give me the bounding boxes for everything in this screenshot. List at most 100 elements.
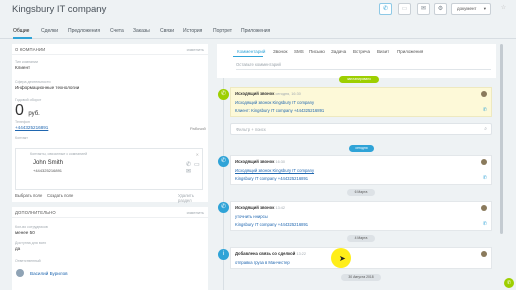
timeline-tab-call[interactable]: Звонок xyxy=(273,49,288,54)
tab-deals[interactable]: Сделки xyxy=(41,28,58,34)
comment-input[interactable]: Оставьте комментарий xyxy=(236,62,281,67)
card-time: 13:22 xyxy=(296,252,306,256)
timeline-tab-apps[interactable]: Приложения xyxy=(397,49,423,54)
card-text[interactable]: уточнить ннирсы xyxy=(235,214,268,219)
field-label: Телефон xyxy=(15,120,30,124)
timeline-tab-task[interactable]: Задача xyxy=(331,49,346,54)
phone-icon: ✆ xyxy=(218,156,229,167)
mail-icon[interactable]: ✉ xyxy=(186,169,194,175)
chevron-down-icon: ▾ xyxy=(483,6,486,11)
document-button[interactable]: документ ▾ xyxy=(451,3,491,15)
panel-title: ДОПОЛНИТЕЛЬНО xyxy=(15,210,56,215)
info-icon: i xyxy=(218,249,229,260)
active-tab-indicator xyxy=(13,37,32,39)
date-pill: 6 Марта xyxy=(347,189,375,196)
contact-name[interactable]: John Smith xyxy=(33,160,63,166)
card-title: Исходящий звонок 13:42 xyxy=(235,205,285,210)
planned-call-card[interactable]: Исходящий звонок сегодня, 16:30 Исходящи… xyxy=(230,87,492,117)
tab-orders[interactable]: Заказы xyxy=(133,28,150,34)
choose-field-link[interactable]: Выбрать поле xyxy=(15,193,42,198)
message-icon[interactable]: ▭ xyxy=(194,162,203,168)
close-icon[interactable]: ✕ xyxy=(196,152,199,157)
field-label: Сфера деятельности xyxy=(15,80,51,84)
phone-icon[interactable]: ✆ xyxy=(186,162,194,168)
phone-icon[interactable]: ✆ xyxy=(483,175,487,181)
panel-title: О КОМПАНИИ xyxy=(15,47,46,52)
card-text[interactable]: Kingsbury IT company +444325216891 xyxy=(235,176,308,181)
title-actions[interactable]: ✎☆ xyxy=(93,6,107,13)
card-text[interactable]: Kingsbury IT company +444325216891 xyxy=(235,222,308,227)
avatar xyxy=(16,269,24,277)
field-label: Тип компании xyxy=(15,60,39,64)
change-link[interactable]: изменить xyxy=(187,47,204,52)
search-icon[interactable]: ⌕ xyxy=(484,126,487,132)
mail-icon[interactable]: ✉ xyxy=(417,3,430,15)
timeline-search[interactable]: Фильтр + поиск ⌕ xyxy=(230,123,492,135)
timeline-tab-visit[interactable]: Визит xyxy=(377,49,389,54)
timeline-tab-email[interactable]: Письмо xyxy=(309,49,325,54)
tab-apps[interactable]: Приложения xyxy=(241,28,270,34)
card-time: сегодня, 16:30 xyxy=(275,92,301,96)
pencil-icon[interactable]: ✎ xyxy=(93,7,100,13)
message-icon[interactable]: ▭ xyxy=(398,3,411,15)
gear-icon[interactable]: ⚙ xyxy=(434,3,447,15)
delete-section-link[interactable]: Удалить раздел xyxy=(178,193,208,203)
contact-phone: +444325216891 xyxy=(33,168,63,173)
mouse-pointer-icon: ➤ xyxy=(339,254,346,263)
contact-card: Контакты, связанные с компанией John Smi… xyxy=(15,148,203,190)
card-text[interactable]: Исходящий звонок Kingsbury IT company xyxy=(235,168,314,173)
responsible-link[interactable]: Василий Бурилов xyxy=(30,271,68,276)
timeline-editor: Комментарий Звонок SMS Письмо Задача Вст… xyxy=(217,44,496,78)
company-type-value: Клиент xyxy=(15,65,31,70)
header: Kingsbury IT company ✎☆ ✆ ▭ ✉ ⚙ документ… xyxy=(0,0,516,22)
tab-quotes[interactable]: Предложения xyxy=(68,28,100,34)
favorite-star-icon[interactable]: ☆ xyxy=(497,3,510,15)
phone-fab-icon[interactable]: ✆ xyxy=(504,278,514,288)
card-title: Добавлена связь со сделкой 13:22 xyxy=(235,251,306,256)
tab-invoices[interactable]: Счета xyxy=(110,28,124,34)
divider xyxy=(236,69,491,70)
timeline-tab-comment[interactable]: Комментарий xyxy=(237,49,265,54)
call-card[interactable]: Исходящий звонок 13:42 уточнить ннирсы K… xyxy=(230,201,492,231)
available-value: да xyxy=(15,246,21,251)
tab-portrait[interactable]: Портрет xyxy=(213,28,232,34)
phone-link[interactable]: +444325216891 xyxy=(15,125,48,130)
avatar xyxy=(481,91,487,97)
link-card[interactable]: Добавлена связь со сделкой 13:22 отправк… xyxy=(230,247,492,269)
call-card[interactable]: Исходящий звонок 16:30 Исходящий звонок … xyxy=(230,155,492,185)
card-text[interactable]: Исходящий звонок Kingsbury IT company xyxy=(235,100,314,105)
star-icon[interactable]: ☆ xyxy=(100,7,107,13)
panel-header: О КОМПАНИИ изменить xyxy=(12,44,208,55)
active-tab-indicator xyxy=(233,56,263,57)
timeline-tab-sms[interactable]: SMS xyxy=(294,49,304,54)
avatar xyxy=(481,205,487,211)
card-title-text: Исходящий звонок xyxy=(235,91,275,96)
scrollbar[interactable] xyxy=(500,44,503,234)
card-text[interactable]: Клиент: Kingsbury IT company +4443252168… xyxy=(235,108,324,113)
tab-links[interactable]: Связи xyxy=(160,28,174,34)
revenue-amount: 0 xyxy=(15,102,24,119)
phone-icon[interactable]: ✆ xyxy=(483,107,487,113)
tab-general[interactable]: Общие xyxy=(13,28,29,34)
field-label: Контакт xyxy=(15,136,28,140)
date-pill: 30 Августа 2018 xyxy=(341,274,381,281)
revenue-value: 0 руб. xyxy=(15,102,40,120)
employees-value: менее 50 xyxy=(15,230,35,235)
today-pill: сегодня xyxy=(349,145,374,152)
search-input[interactable]: Фильтр + поиск xyxy=(236,127,266,132)
tab-history[interactable]: История xyxy=(183,28,202,34)
field-label: Кол-во сотрудников xyxy=(15,225,48,229)
phone-icon[interactable]: ✆ xyxy=(379,3,392,15)
phone-icon[interactable]: ✆ xyxy=(483,221,487,227)
create-field-link[interactable]: Создать поле xyxy=(47,193,73,198)
phone-type: Рабочий xyxy=(190,126,206,131)
timeline-tab-meeting[interactable]: Встреча xyxy=(353,49,370,54)
change-link[interactable]: изменить xyxy=(187,210,204,215)
phone-icon: ✆ xyxy=(218,202,229,213)
card-title-text: Добавлена связь со сделкой xyxy=(235,251,296,256)
panel-header: ДОПОЛНИТЕЛЬНО изменить xyxy=(12,207,208,218)
card-title-text: Исходящий звонок xyxy=(235,159,275,164)
card-title-text: Исходящий звонок xyxy=(235,205,275,210)
card-text[interactable]: отправка груза в Манчестер xyxy=(235,260,290,265)
field-label: Доступна для всех xyxy=(15,241,47,245)
